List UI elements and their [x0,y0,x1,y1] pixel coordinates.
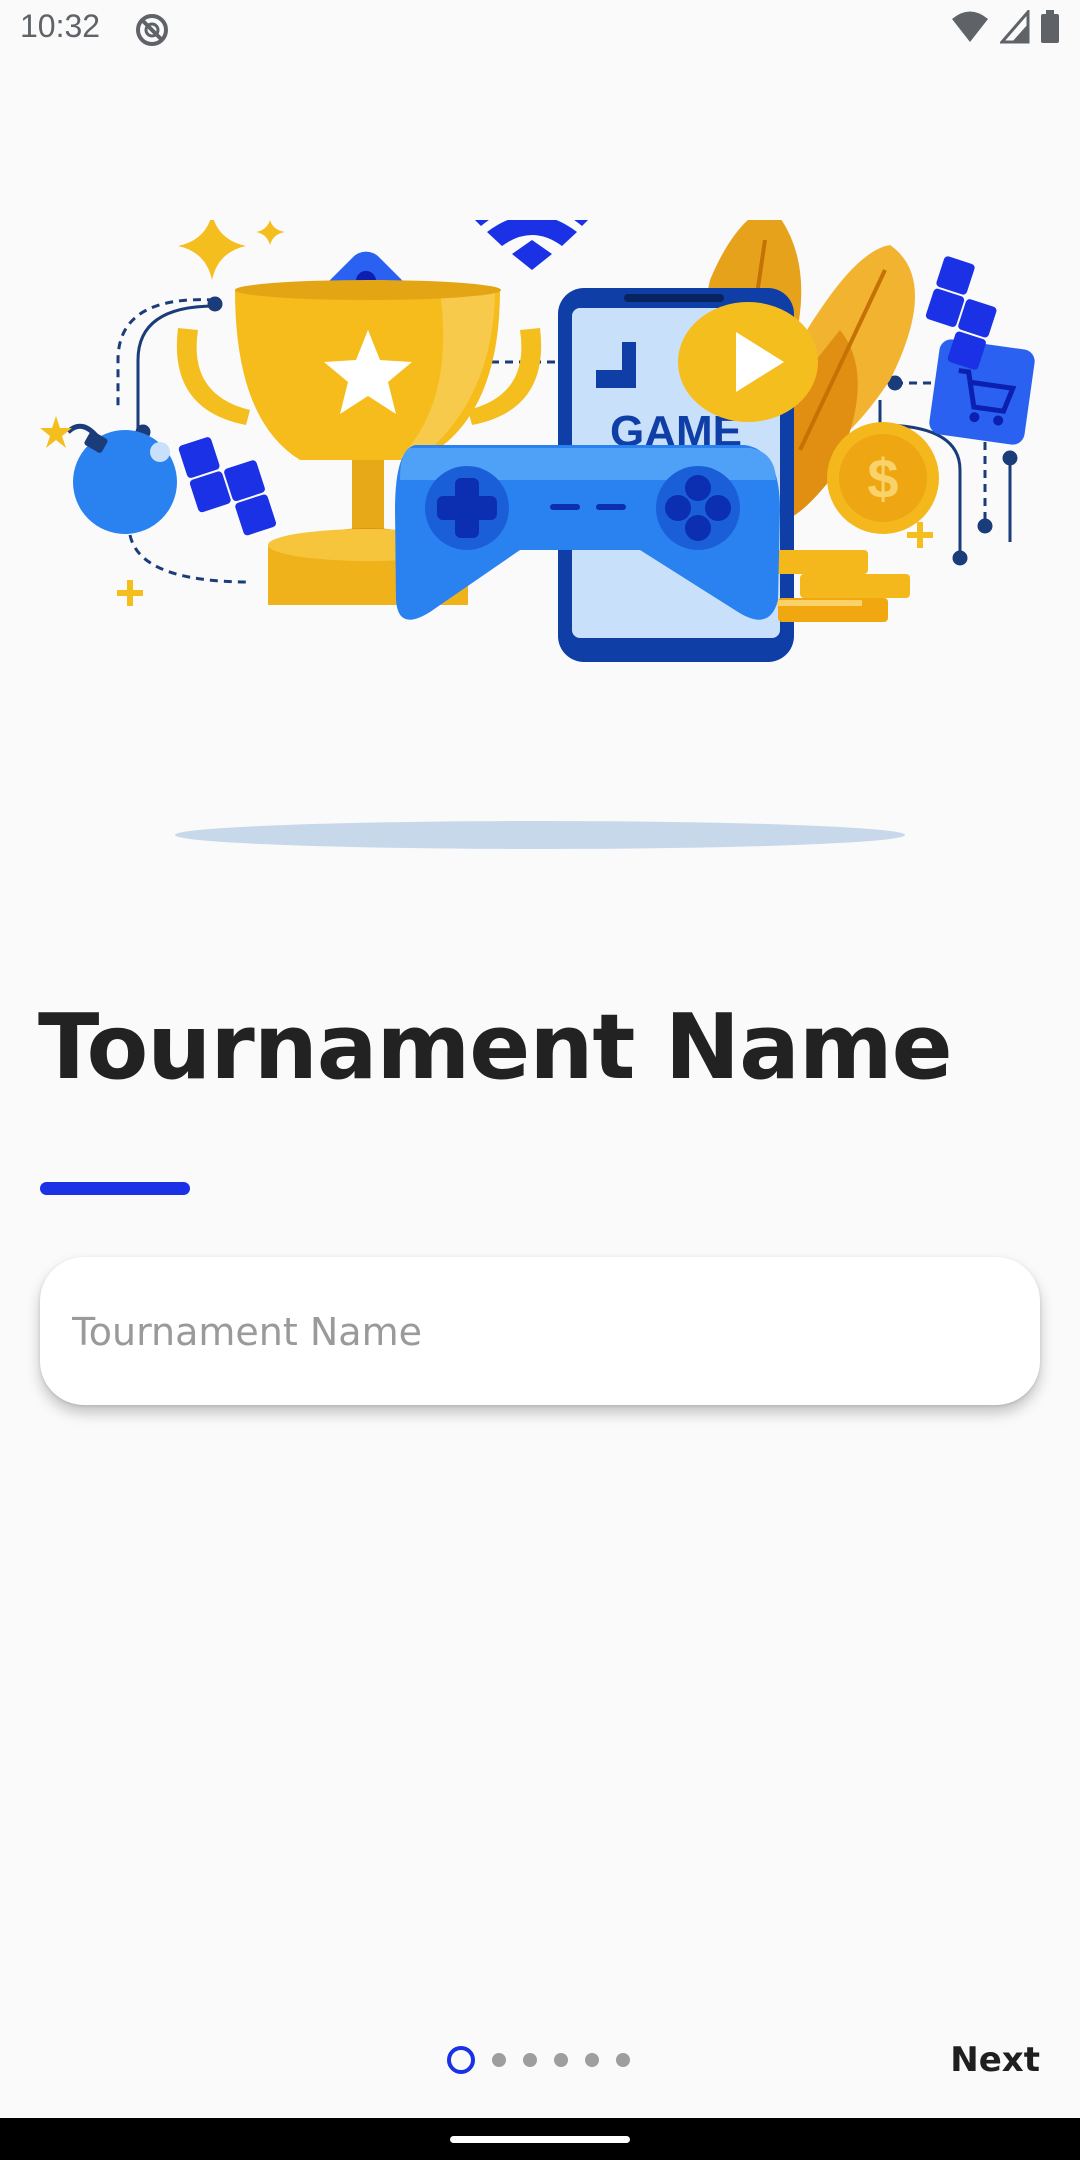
title-underline [40,1182,190,1195]
page-indicator [447,2045,630,2075]
hero-illustration: GAME $ [40,220,1035,849]
do-not-disturb-icon [136,14,168,46]
tetromino-icon [178,437,277,536]
coin-icon: $ [827,422,939,534]
sparkle-icon [256,220,285,245]
page-title: Tournament Name [38,995,953,1100]
status-time: 10:32 [20,8,101,44]
page-dot [616,2053,630,2067]
battery-icon [1041,10,1059,43]
sparkle-icon [178,220,246,280]
wifi-icon [952,11,988,42]
svg-text:$: $ [867,447,898,510]
page-dot [554,2053,568,2067]
page-dot [585,2053,599,2067]
home-gesture-handle[interactable] [450,2136,630,2143]
next-button[interactable]: Next [950,2040,1040,2080]
ground-shadow [175,821,905,849]
tournament-name-field[interactable] [40,1257,1040,1407]
plus-icon [117,580,143,606]
tournament-name-input[interactable] [70,1257,1014,1407]
page-dot [523,2053,537,2067]
system-nav-bar [0,2118,1080,2160]
play-icon [678,302,818,422]
bomb-icon [40,416,177,534]
status-bar: 10:32 [0,0,1080,60]
page-dot-active [447,2046,475,2074]
cell-signal-icon [1000,10,1030,44]
page-dot [492,2053,506,2067]
wifi-icon [475,220,588,270]
